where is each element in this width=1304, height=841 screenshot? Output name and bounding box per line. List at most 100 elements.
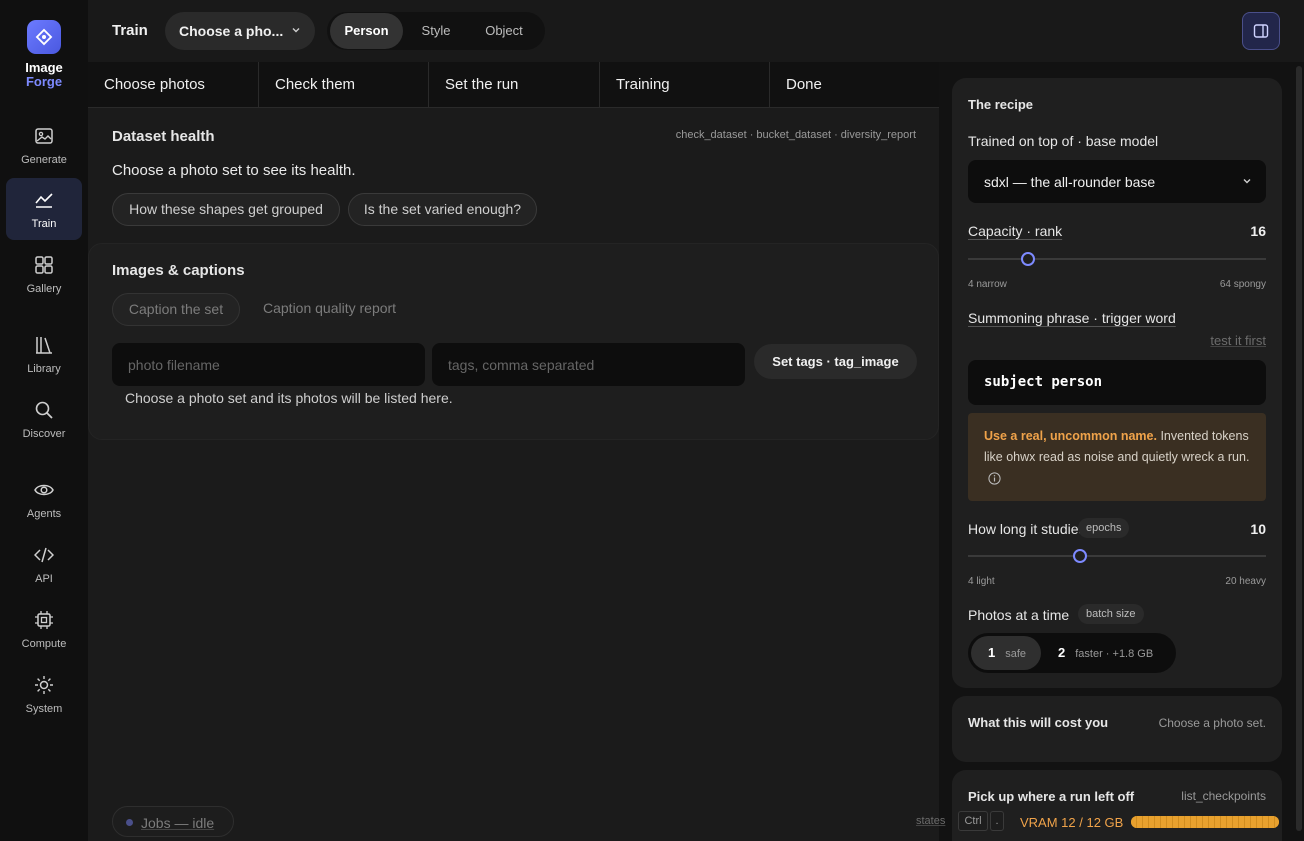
right-sidebar: The recipe Trained on top of · base mode… <box>939 62 1304 841</box>
nav-label: Agents <box>26 508 62 520</box>
rank-slider-thumb[interactable] <box>1020 252 1035 266</box>
nav-item-generate[interactable]: Generate <box>6 114 82 176</box>
set-variety-button[interactable]: Is the set varied enough? <box>348 193 537 226</box>
epochs-value: 10 <box>1250 521 1266 537</box>
top-bar: Train Choose a pho... Person Style Objec… <box>88 0 1304 62</box>
info-icon[interactable] <box>988 472 1001 485</box>
tags-input[interactable] <box>432 343 745 386</box>
rank-slider-track <box>968 258 1266 260</box>
trigger-word-field[interactable]: subject person <box>968 360 1266 405</box>
vram-usage-fill <box>1131 816 1279 828</box>
dataset-tools-hint: check_dataset · bucket_dataset · diversi… <box>675 129 916 141</box>
batch-option-1[interactable]: 1 safe <box>971 636 1041 670</box>
images-captions-card: Images & captions Caption the set Captio… <box>88 243 939 440</box>
jobs-status-dot <box>126 819 133 826</box>
jobs-status-label: Jobs — idle <box>141 815 215 831</box>
trigger-word-label: Summoning phrase · trigger word <box>968 310 1176 326</box>
nav-label: Compute <box>21 638 67 650</box>
images-empty-message: Choose a photo set and its photos will b… <box>125 390 453 406</box>
brand-line-2: Forge <box>25 74 63 89</box>
batch-size-label: Photos at a time <box>968 607 1070 623</box>
epochs-slider[interactable] <box>968 548 1266 564</box>
nav-item-api[interactable]: API <box>6 533 82 595</box>
grid-icon <box>35 256 53 274</box>
jobs-status[interactable]: Jobs — idle <box>112 806 234 837</box>
chart-line-icon <box>35 193 53 208</box>
rank-label: Capacity · rank <box>968 223 1063 239</box>
nav-label: Train <box>31 218 57 230</box>
batch-size-toggle: 1 safe 2 faster · +1.8 GB <box>968 633 1176 673</box>
chip-icon <box>35 611 53 629</box>
photo-set-select-value: Choose a pho... <box>179 23 284 39</box>
base-model-value: sdxl — the all-rounder base <box>984 174 1156 190</box>
vram-label: VRAM 12 / 12 GB <box>1020 815 1124 830</box>
step-training[interactable]: Training <box>600 62 770 108</box>
base-model-label: Trained on top of · base model <box>968 133 1159 149</box>
nav-item-gallery[interactable]: Gallery <box>6 243 82 305</box>
resume-title[interactable]: Pick up where a run left off <box>968 789 1134 804</box>
mode-person-tab[interactable]: Person <box>330 13 403 49</box>
photo-filename-input[interactable] <box>112 343 425 386</box>
step-choose-photos[interactable]: Choose photos <box>88 62 259 108</box>
nav-item-compute[interactable]: Compute <box>6 598 82 660</box>
batch-option-num: 2 <box>1058 645 1066 660</box>
cost-card: What this will cost you Choose a photo s… <box>952 696 1282 762</box>
nav-item-discover[interactable]: Discover <box>6 388 82 450</box>
rank-min-label: 4 narrow <box>968 279 1007 290</box>
shape-grouping-button[interactable]: How these shapes get grouped <box>112 193 340 226</box>
step-check-them[interactable]: Check them <box>259 62 429 108</box>
states-link[interactable]: states <box>916 815 945 827</box>
step-done[interactable]: Done <box>770 62 939 108</box>
rank-max-label: 64 spongy <box>1219 279 1266 290</box>
main-content: Dataset health check_dataset · bucket_da… <box>88 108 939 841</box>
recipe-title: The recipe <box>968 97 1034 112</box>
epochs-max-label: 20 heavy <box>1225 576 1266 587</box>
base-model-select[interactable]: sdxl — the all-rounder base <box>968 160 1266 203</box>
eye-icon <box>34 484 54 496</box>
sidebar-scrollbar[interactable] <box>1296 66 1302 831</box>
nav-item-system[interactable]: System <box>6 663 82 725</box>
batch-option-sub: faster · +1.8 GB <box>1075 648 1154 660</box>
caption-quality-button[interactable]: Caption quality report <box>263 293 433 326</box>
resume-hint: list_checkpoints <box>1181 789 1266 803</box>
nav-label: API <box>35 573 53 585</box>
brand-name: Image Forge <box>0 61 88 89</box>
panel-toggle-button[interactable] <box>1242 12 1280 50</box>
batch-option-2[interactable]: 2 faster · +1.8 GB <box>1044 636 1172 670</box>
step-set-the-run[interactable]: Set the run <box>429 62 600 108</box>
trigger-warning-bold: Use a real, uncommon name. <box>984 429 1157 443</box>
nav-item-agents[interactable]: Agents <box>6 468 82 530</box>
photo-set-select[interactable]: Choose a pho... <box>165 12 315 50</box>
mode-segmented-control: Person Style Object <box>327 12 545 50</box>
cost-hint: Choose a photo set. <box>1158 716 1266 730</box>
sun-gear-icon <box>35 676 53 694</box>
cost-title: What this will cost you <box>968 715 1109 730</box>
dataset-health-message: Choose a photo set to see its health. <box>112 162 356 179</box>
epochs-slider-thumb[interactable] <box>1072 549 1087 563</box>
chevron-down-icon <box>1243 179 1251 184</box>
batch-option-sub: safe <box>1005 648 1027 660</box>
image-icon <box>35 128 53 144</box>
test-trigger-link[interactable]: test it first <box>1210 333 1266 348</box>
mode-style-tab[interactable]: Style <box>403 13 469 49</box>
chevron-down-icon <box>292 28 300 33</box>
images-captions-title: Images & captions <box>112 262 245 279</box>
sidebar-toggle-icon <box>1253 24 1269 38</box>
logo-icon[interactable] <box>27 20 61 54</box>
nav-label: Generate <box>21 154 67 166</box>
epochs-label: How long it studies <box>968 521 1086 537</box>
set-tags-button[interactable]: Set tags · tag_image <box>754 344 917 379</box>
nav-label: Library <box>27 363 61 375</box>
nav-label: Discover <box>22 428 66 440</box>
nav-rail: Image Forge Generate Train Gallery Libra… <box>0 0 88 841</box>
mode-object-tab[interactable]: Object <box>469 13 539 49</box>
nav-item-train[interactable]: Train <box>6 178 82 240</box>
nav-item-library[interactable]: Library <box>6 323 82 385</box>
recipe-card: The recipe Trained on top of · base mode… <box>952 78 1282 688</box>
epochs-slider-track <box>968 555 1266 557</box>
kbd-period: . <box>990 811 1004 831</box>
batch-size-chip: batch size <box>1078 604 1144 624</box>
dataset-health-card: Dataset health check_dataset · bucket_da… <box>88 108 939 243</box>
caption-set-button[interactable]: Caption the set <box>112 293 240 326</box>
rank-slider[interactable] <box>968 251 1266 267</box>
